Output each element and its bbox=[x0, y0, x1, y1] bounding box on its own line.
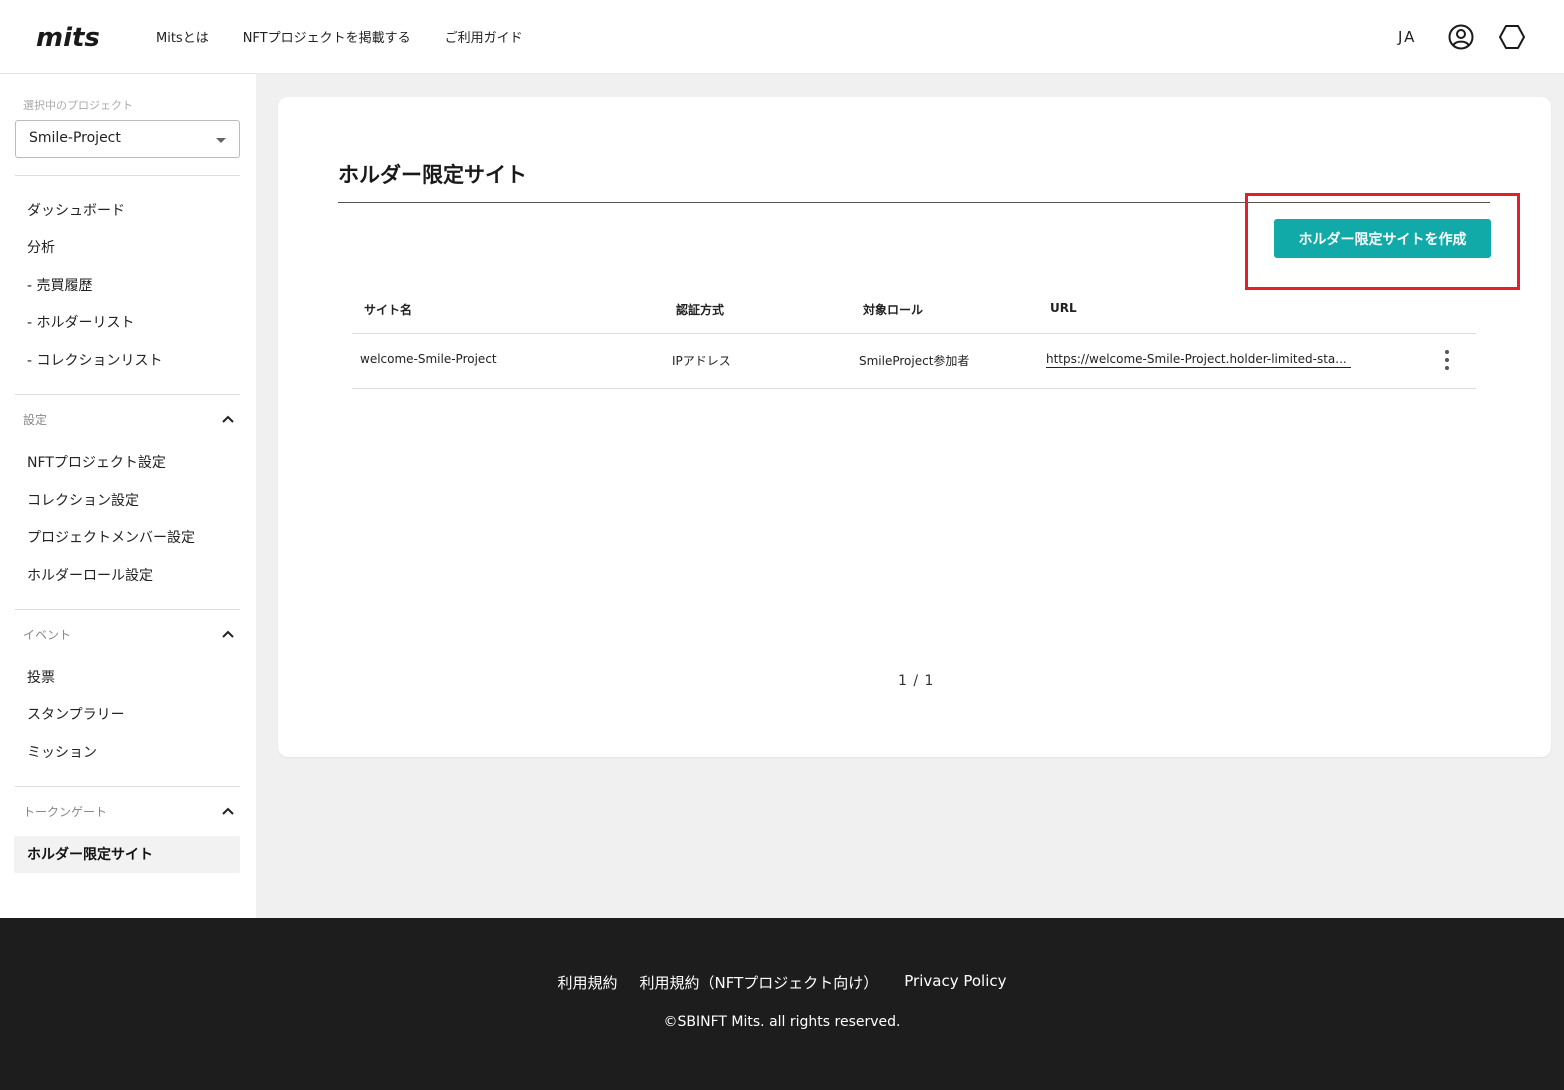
column-header-auth: 認証方式 bbox=[676, 303, 725, 317]
sidebar-item-dashboard[interactable]: ダッシュボード bbox=[27, 200, 125, 220]
chevron-up-icon[interactable] bbox=[222, 630, 234, 638]
sidebar-group-events[interactable]: イベント bbox=[23, 626, 71, 643]
sidebar-item-holder-role-settings[interactable]: ホルダーロール設定 bbox=[27, 565, 153, 585]
sidebar-group-settings[interactable]: 設定 bbox=[23, 411, 47, 428]
sidebar-item-member-settings[interactable]: プロジェクトメンバー設定 bbox=[27, 527, 195, 547]
sidebar-item-analytics[interactable]: 分析 bbox=[27, 237, 55, 257]
footer-link-terms-nft[interactable]: 利用規約（NFTプロジェクト向け） bbox=[640, 972, 879, 993]
more-options-icon[interactable] bbox=[1440, 348, 1454, 372]
table-divider bbox=[352, 388, 1476, 389]
project-select-value: Smile-Project bbox=[29, 130, 121, 146]
top-header: mits Mitsとは NFTプロジェクトを掲載する ご利用ガイド JA bbox=[0, 0, 1564, 74]
sidebar-item-sales-history[interactable]: - 売買履歴 bbox=[27, 275, 93, 295]
cell-role: SmileProject参加者 bbox=[859, 354, 970, 368]
page-title: ホルダー限定サイト bbox=[338, 163, 527, 187]
svg-text:mits: mits bbox=[36, 23, 100, 52]
footer-links: 利用規約 利用規約（NFTプロジェクト向け） Privacy Policy bbox=[0, 972, 1564, 993]
cell-url-link[interactable]: https://welcome-Smile-Project.holder-lim… bbox=[1046, 352, 1351, 368]
column-header-site-name: サイト名 bbox=[364, 303, 413, 317]
column-header-url: URL bbox=[1050, 301, 1077, 315]
divider bbox=[15, 609, 240, 610]
sidebar-item-vote[interactable]: 投票 bbox=[27, 667, 55, 687]
sidebar-item-holder-site[interactable]: ホルダー限定サイト bbox=[14, 836, 240, 873]
cell-auth: IPアドレス bbox=[672, 354, 731, 368]
sidebar-item-collection-list[interactable]: - コレクションリスト bbox=[27, 350, 163, 370]
sidebar-item-mission[interactable]: ミッション bbox=[27, 742, 97, 762]
sidebar: 選択中のプロジェクト Smile-Project ダッシュボード 分析 - 売買… bbox=[0, 74, 256, 918]
sidebar-item-holder-list[interactable]: - ホルダーリスト bbox=[27, 312, 135, 332]
footer-link-privacy[interactable]: Privacy Policy bbox=[904, 972, 1006, 993]
nav-guide[interactable]: ご利用ガイド bbox=[445, 27, 523, 46]
divider bbox=[15, 175, 240, 176]
wallet-icon[interactable] bbox=[1498, 23, 1526, 51]
project-select[interactable]: Smile-Project bbox=[15, 120, 240, 158]
copyright: ©SBINFT Mits. all rights reserved. bbox=[663, 1014, 901, 1030]
language-switcher[interactable]: JA bbox=[1398, 28, 1416, 46]
divider bbox=[15, 786, 240, 787]
footer-link-terms[interactable]: 利用規約 bbox=[558, 972, 618, 993]
chevron-up-icon[interactable] bbox=[222, 807, 234, 815]
create-holder-site-button[interactable]: ホルダー限定サイトを作成 bbox=[1274, 219, 1491, 258]
caret-down-icon bbox=[216, 138, 226, 143]
selected-project-label: 選択中のプロジェクト bbox=[23, 99, 133, 112]
sidebar-item-stamp-rally[interactable]: スタンプラリー bbox=[27, 704, 125, 724]
account-icon[interactable] bbox=[1447, 23, 1475, 51]
column-header-role: 対象ロール bbox=[863, 303, 924, 317]
pagination: 1 / 1 bbox=[898, 673, 935, 689]
cell-site-name: welcome-Smile-Project bbox=[360, 352, 497, 366]
main-card: ホルダー限定サイト ホルダー限定サイトを作成 サイト名 認証方式 対象ロール U… bbox=[278, 97, 1551, 757]
nav-list-project[interactable]: NFTプロジェクトを掲載する bbox=[243, 27, 411, 46]
sidebar-item-collection-settings[interactable]: コレクション設定 bbox=[27, 490, 139, 510]
main-nav: Mitsとは NFTプロジェクトを掲載する ご利用ガイド bbox=[156, 27, 523, 46]
chevron-up-icon[interactable] bbox=[222, 415, 234, 423]
divider bbox=[15, 394, 240, 395]
table-divider bbox=[352, 333, 1476, 334]
sidebar-group-token-gate[interactable]: トークンゲート bbox=[23, 803, 107, 820]
sidebar-item-label: ホルダー限定サイト bbox=[27, 847, 153, 863]
footer: 利用規約 利用規約（NFTプロジェクト向け） Privacy Policy ©S… bbox=[0, 918, 1564, 1090]
sidebar-item-nft-project-settings[interactable]: NFTプロジェクト設定 bbox=[27, 452, 166, 472]
nav-about[interactable]: Mitsとは bbox=[156, 27, 209, 46]
mits-logo[interactable]: mits bbox=[36, 22, 116, 52]
